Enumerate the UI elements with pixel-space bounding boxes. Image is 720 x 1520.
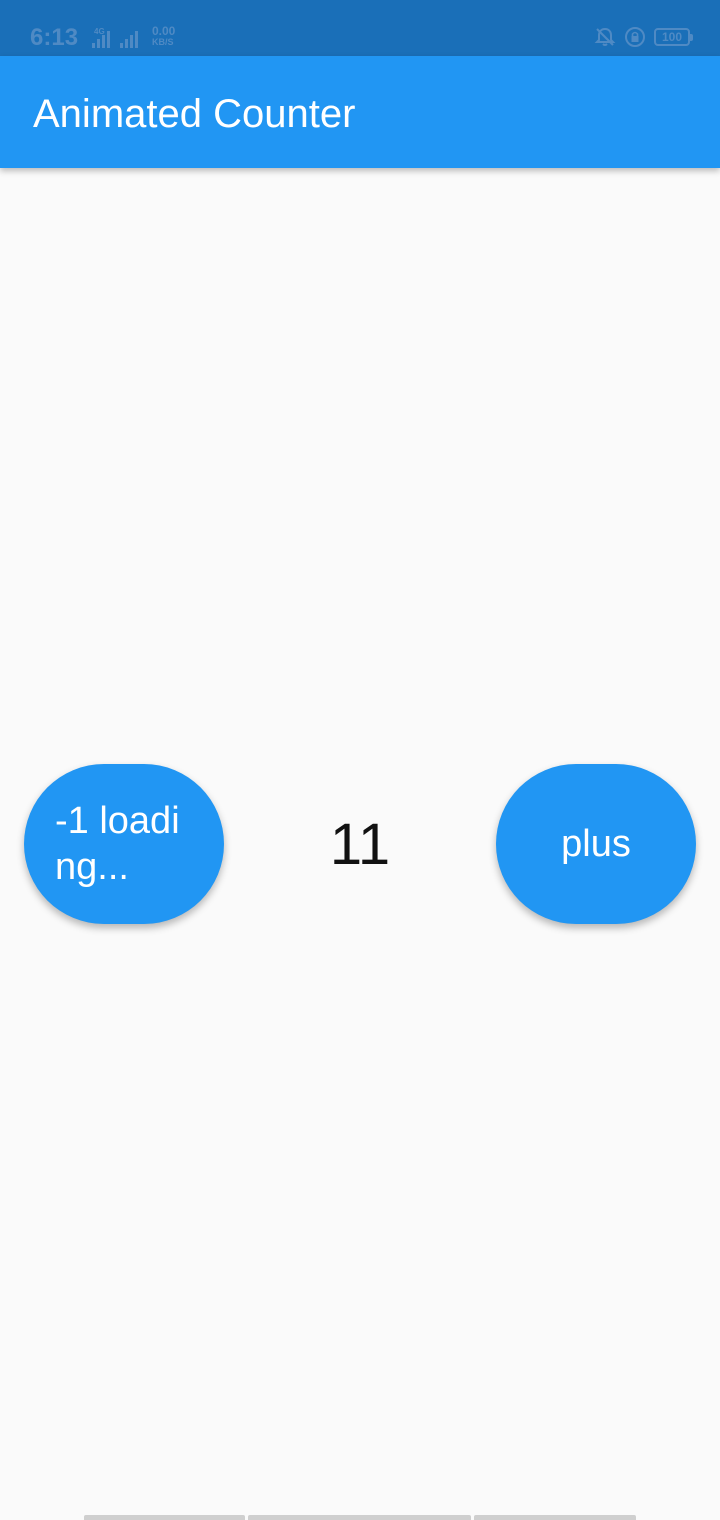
counter-value: 11 [329, 812, 391, 877]
nav-segment-center[interactable] [248, 1515, 471, 1520]
bell-off-icon [594, 26, 616, 48]
signal-4g-icon: 4G [92, 27, 112, 48]
app-bar: Animated Counter [0, 56, 720, 168]
battery-level: 100 [661, 30, 683, 44]
status-bar: 6:13 4G 0.00 KB/S 100 [0, 0, 720, 56]
rotation-lock-icon [624, 26, 646, 48]
signal-indicators: 4G [92, 27, 148, 48]
nav-segment-right[interactable] [474, 1515, 636, 1520]
network-speed: 0.00 KB/S [152, 24, 176, 48]
navigation-gesture-bar[interactable] [84, 1515, 639, 1520]
battery-icon: 100 [654, 28, 693, 46]
network-speed-value: 0.00 [152, 24, 176, 38]
status-icons-right: 100 [586, 26, 693, 48]
nav-segment-left[interactable] [84, 1515, 245, 1520]
increment-button[interactable]: plus [496, 764, 696, 924]
status-time: 6:13 [30, 24, 79, 51]
decrement-button[interactable]: -1 loading... [24, 764, 224, 924]
decrement-button-label: -1 loading... [55, 800, 180, 888]
network-speed-unit: KB/S [152, 37, 174, 47]
network-type-label: 4G [94, 27, 105, 36]
app-title: Animated Counter [33, 92, 356, 136]
increment-button-label: plus [561, 823, 631, 865]
signal-icon [120, 31, 140, 48]
